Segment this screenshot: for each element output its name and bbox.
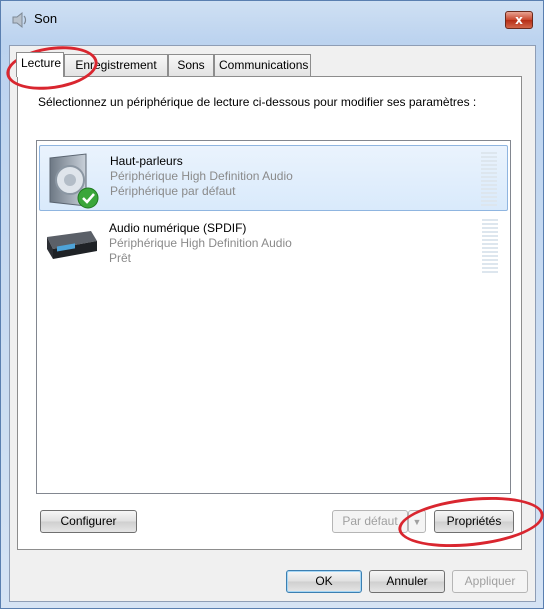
chevron-down-icon: ▼ (412, 517, 422, 527)
tab-lecture[interactable]: Lecture (16, 52, 64, 77)
close-icon: x (515, 13, 523, 27)
device-list[interactable]: Haut-parleurs Périphérique High Definiti… (36, 140, 511, 494)
list-item-spdif[interactable]: Audio numérique (SPDIF) Périphérique Hig… (39, 213, 508, 279)
title-bar[interactable]: Son x (1, 1, 543, 39)
configure-button[interactable]: Configurer (40, 510, 137, 533)
set-default-dropdown[interactable]: ▼ (408, 510, 426, 533)
device-type: Périphérique High Definition Audio (110, 169, 293, 183)
instruction-text: Sélectionnez un périphérique de lecture … (38, 95, 477, 109)
set-default-button[interactable]: Par défaut (332, 510, 408, 533)
tab-communications[interactable]: Communications (214, 54, 311, 76)
speaker-icon (49, 153, 99, 209)
ok-button[interactable]: OK (286, 570, 362, 593)
device-status: Périphérique par défaut (110, 184, 236, 198)
list-item-speakers[interactable]: Haut-parleurs Périphérique High Definiti… (39, 145, 508, 211)
tab-enregistrement[interactable]: Enregistrement (64, 54, 168, 76)
device-type: Périphérique High Definition Audio (109, 236, 292, 250)
device-status: Prêt (109, 251, 132, 265)
close-button[interactable]: x (505, 11, 533, 29)
cancel-button[interactable]: Annuler (369, 570, 445, 593)
speaker-icon (12, 11, 27, 29)
volume-meter (482, 219, 498, 273)
volume-meter (481, 152, 497, 206)
window-title: Son (34, 11, 58, 26)
apply-button[interactable]: Appliquer (452, 570, 528, 593)
digital-audio-receiver-icon (47, 231, 97, 259)
properties-button[interactable]: Propriétés (434, 510, 514, 533)
device-name: Audio numérique (SPDIF) (109, 221, 247, 235)
tab-sons[interactable]: Sons (168, 54, 214, 76)
device-name: Haut-parleurs (110, 154, 183, 168)
